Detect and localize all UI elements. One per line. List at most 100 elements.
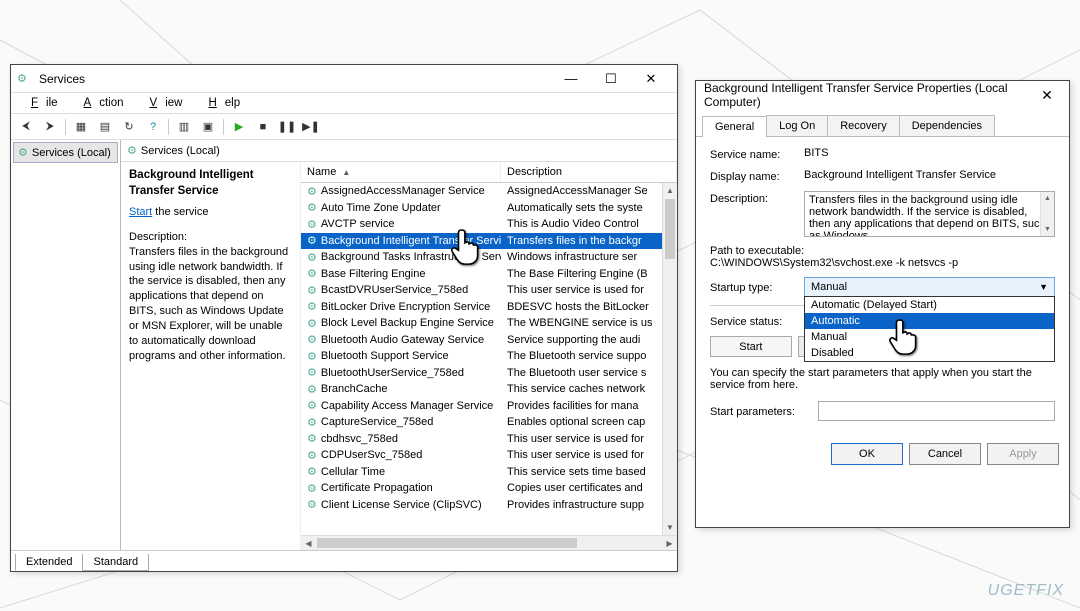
service-row[interactable]: ⚙ Bluetooth Audio Gateway Service Service … (301, 332, 677, 349)
tab-extended[interactable]: Extended (15, 554, 83, 571)
menu-help[interactable]: Help (192, 95, 248, 111)
gear-icon: ⚙ (18, 146, 28, 159)
startup-option[interactable]: Disabled (805, 345, 1054, 361)
toolbar-icon[interactable]: ▥ (173, 117, 195, 137)
column-name[interactable]: Name▲ (301, 162, 501, 182)
startup-option[interactable]: Manual (805, 329, 1054, 345)
service-row[interactable]: ⚙CDPUserSvc_758edThis user service is us… (301, 447, 677, 464)
service-row[interactable]: ⚙BluetoothUserService_758edThe Bluetooth… (301, 365, 677, 382)
scroll-down-icon[interactable]: ▼ (1041, 223, 1054, 236)
service-row[interactable]: ⚙Client License Service (ClipSVC)Provide… (301, 497, 677, 514)
description-label: Description: (129, 230, 292, 245)
toolbar-icon[interactable]: ▦ (70, 117, 92, 137)
window-title: Services (35, 72, 551, 86)
stop-button[interactable]: ■ (252, 117, 274, 137)
tab-dependencies[interactable]: Dependencies (899, 115, 995, 136)
close-button[interactable]: ✕ (1033, 87, 1061, 104)
description-scrollbar[interactable]: ▲ ▼ (1040, 192, 1054, 236)
play-button[interactable]: ▶ (228, 117, 250, 137)
service-desc: Provides facilities for mana (501, 400, 677, 412)
tab-general[interactable]: General (702, 116, 767, 137)
service-name: Bluetooth Support Service (321, 350, 449, 362)
service-desc: Service supporting the audi (501, 334, 677, 346)
tab-logon[interactable]: Log On (766, 115, 828, 136)
service-row[interactable]: ⚙Background Tasks Infrastructure Service… (301, 249, 677, 266)
menu-view[interactable]: View (134, 95, 191, 111)
service-row[interactable]: ⚙Bluetooth Support ServiceThe Bluetooth … (301, 348, 677, 365)
tree-root[interactable]: ⚙ Services (Local) (13, 142, 118, 163)
start-link[interactable]: Start (129, 206, 152, 218)
service-name: Bluetooth Audio Gateway Service (321, 334, 484, 346)
service-row[interactable]: ⚙BitLocker Drive Encryption ServiceBDESV… (301, 299, 677, 316)
service-row[interactable]: ⚙Background Intelligent Transfer Service… (301, 233, 677, 250)
scroll-up-icon[interactable]: ▲ (663, 183, 677, 198)
service-desc: Windows infrastructure ser (501, 251, 677, 263)
forward-button[interactable]: ⮞ (39, 117, 61, 137)
service-desc: AssignedAccessManager Se (501, 185, 677, 197)
service-row[interactable]: ⚙Base Filtering EngineThe Base Filtering… (301, 266, 677, 283)
column-description[interactable]: Description (501, 162, 677, 182)
close-button[interactable]: ✕ (631, 66, 671, 92)
list-header: Name▲ Description (301, 162, 677, 183)
tab-recovery[interactable]: Recovery (827, 115, 899, 136)
toolbar-icon[interactable]: ▤ (94, 117, 116, 137)
dialog-titlebar[interactable]: Background Intelligent Transfer Service … (696, 81, 1069, 109)
service-desc: The Base Filtering Engine (B (501, 268, 677, 280)
service-row[interactable]: ⚙Cellular TimeThis service sets time bas… (301, 464, 677, 481)
cancel-button[interactable]: Cancel (909, 443, 981, 465)
startup-option[interactable]: Automatic (805, 313, 1054, 329)
titlebar[interactable]: ⚙ Services — ☐ ✕ (11, 65, 677, 93)
menu-action[interactable]: Action (68, 95, 132, 111)
ok-button[interactable]: OK (831, 443, 903, 465)
refresh-button[interactable]: ↻ (118, 117, 140, 137)
service-row[interactable]: ⚙Certificate PropagationCopies user cert… (301, 480, 677, 497)
service-desc: The Bluetooth service suppo (501, 350, 677, 362)
service-list[interactable]: ▲ ▼ ⚙ AssignedAccessManager Service Assign… (301, 183, 677, 535)
sort-asc-icon: ▲ (342, 168, 350, 177)
pane-header: ⚙ Services (Local) (121, 140, 677, 162)
horizontal-scrollbar[interactable]: ◀ ▶ (301, 535, 677, 550)
back-button[interactable]: ⮜ (15, 117, 37, 137)
startup-option[interactable]: Automatic (Delayed Start) (805, 297, 1054, 313)
scroll-up-icon[interactable]: ▲ (1041, 192, 1054, 205)
service-status-label: Service status: (710, 314, 796, 328)
help-button[interactable]: ? (142, 117, 164, 137)
service-desc: Transfers files in the backgr (501, 235, 677, 247)
service-row[interactable]: ⚙AVCTP serviceThis is Audio Video Contro… (301, 216, 677, 233)
start-button[interactable]: Start (710, 336, 792, 357)
tab-standard[interactable]: Standard (82, 554, 149, 571)
maximize-button[interactable]: ☐ (591, 66, 631, 92)
pause-button[interactable]: ❚❚ (276, 117, 298, 137)
service-row[interactable]: ⚙Capability Access Manager ServiceProvid… (301, 398, 677, 415)
start-params-input[interactable] (818, 401, 1055, 421)
gear-icon: ⚙ (307, 185, 317, 198)
service-name: Cellular Time (321, 466, 385, 478)
scroll-down-icon[interactable]: ▼ (663, 520, 677, 535)
scrollbar-thumb[interactable] (317, 538, 577, 548)
service-row[interactable]: ⚙CaptureService_758edEnables optional sc… (301, 414, 677, 431)
gear-icon: ⚙ (307, 333, 317, 346)
startup-type-dropdown[interactable]: Manual ▼ (804, 277, 1055, 297)
service-name: AssignedAccessManager Service (321, 185, 485, 197)
restart-button[interactable]: ▶❚ (300, 117, 322, 137)
scroll-left-icon[interactable]: ◀ (301, 539, 316, 548)
toolbar-icon[interactable]: ▣ (197, 117, 219, 137)
vertical-scrollbar[interactable]: ▲ ▼ (662, 183, 677, 535)
service-row[interactable]: ⚙cbdhsvc_758edThis user service is used … (301, 431, 677, 448)
menu-file[interactable]: File (15, 95, 66, 111)
startup-type-label: Startup type: (710, 280, 796, 294)
service-desc: BDESVC hosts the BitLocker (501, 301, 677, 313)
service-row[interactable]: ⚙Block Level Backup Engine ServiceThe WB… (301, 315, 677, 332)
service-row[interactable]: ⚙ AssignedAccessManager Service AssignedAc… (301, 183, 677, 200)
scrollbar-thumb[interactable] (665, 199, 675, 259)
properties-dialog: Background Intelligent Transfer Service … (695, 80, 1070, 528)
scroll-right-icon[interactable]: ▶ (662, 539, 677, 548)
service-desc: Provides infrastructure supp (501, 499, 677, 511)
service-row[interactable]: ⚙BranchCacheThis service caches network (301, 381, 677, 398)
minimize-button[interactable]: — (551, 66, 591, 92)
tree-root-label: Services (Local) (32, 147, 111, 159)
service-row[interactable]: ⚙BcastDVRUserService_758edThis user serv… (301, 282, 677, 299)
service-row[interactable]: ⚙Auto Time Zone UpdaterAutomatically set… (301, 200, 677, 217)
gear-icon: ⚙ (307, 498, 317, 511)
gear-icon: ⚙ (307, 317, 317, 330)
